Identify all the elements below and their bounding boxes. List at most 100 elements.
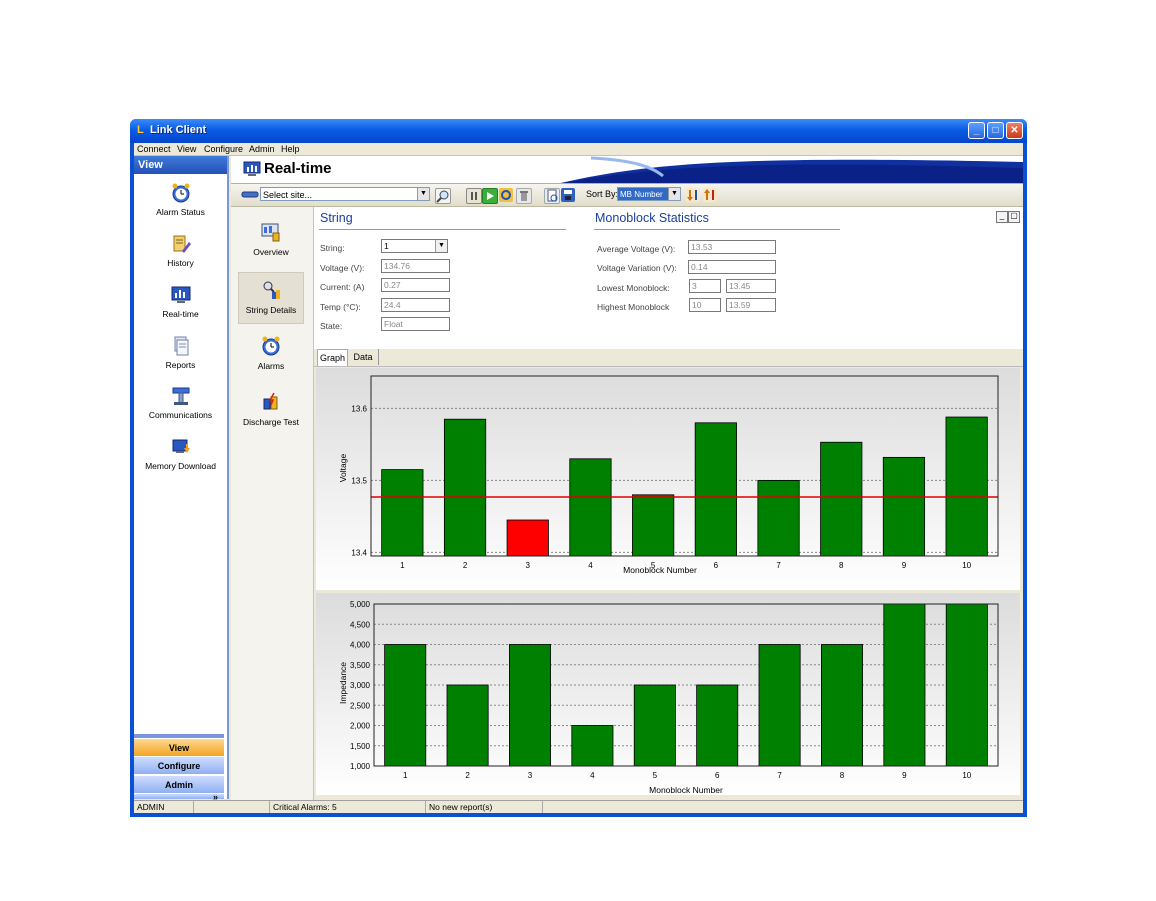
y-tick-label: 4,500 bbox=[350, 620, 371, 629]
tab-graph[interactable]: Graph bbox=[317, 349, 348, 366]
floppy-disk-icon bbox=[562, 189, 574, 201]
app-window: L Link Client _ □ ✕ Connect View Configu… bbox=[130, 119, 1027, 817]
communications-icon bbox=[172, 387, 189, 405]
app-logo-icon: L bbox=[137, 124, 144, 136]
x-tick-label: 3 bbox=[526, 561, 531, 570]
highest-monoblock-label: Highest Monoblock bbox=[597, 302, 670, 312]
subnav-item-string-details[interactable]: String Details bbox=[238, 272, 304, 324]
more-sections-button[interactable]: » bbox=[134, 793, 224, 802]
nav-label: Memory Download bbox=[145, 461, 216, 471]
y-tick-label: 3,500 bbox=[350, 661, 371, 670]
refresh-button[interactable] bbox=[499, 188, 513, 202]
nav-item-reports[interactable]: Reports bbox=[134, 335, 227, 381]
temp-field: 24.4 bbox=[381, 298, 450, 312]
menu-help[interactable]: Help bbox=[281, 143, 300, 155]
sort-descending-button[interactable] bbox=[686, 188, 700, 202]
x-axis-title: Monoblock Number bbox=[649, 785, 723, 795]
nav-label: Alarm Status bbox=[156, 207, 205, 217]
bar bbox=[757, 480, 800, 557]
chevron-down-icon: ▼ bbox=[668, 188, 680, 200]
nav-item-history[interactable]: History bbox=[134, 233, 227, 279]
subnav-item-discharge-test[interactable]: Discharge Test bbox=[238, 385, 304, 437]
current-label: Current: (A) bbox=[320, 282, 365, 292]
voltage-variation-field: 0.14 bbox=[688, 260, 776, 274]
voltage-field: 134.76 bbox=[381, 259, 450, 273]
restore-panel-button[interactable]: ▢ bbox=[1008, 211, 1020, 223]
nav-label: History bbox=[167, 258, 194, 268]
menu-view[interactable]: View bbox=[177, 143, 196, 155]
minimize-button[interactable]: _ bbox=[968, 122, 985, 139]
site-select-value: Select site... bbox=[263, 190, 313, 200]
y-tick-label: 2,000 bbox=[350, 722, 371, 731]
bar bbox=[882, 456, 926, 557]
string-select-value: 1 bbox=[384, 241, 389, 251]
title-bar[interactable]: L Link Client _ □ ✕ bbox=[130, 119, 1027, 143]
bar bbox=[384, 644, 427, 767]
save-button[interactable] bbox=[561, 188, 575, 202]
magnifier-icon bbox=[436, 190, 449, 203]
pause-button[interactable] bbox=[466, 188, 482, 204]
state-label: State: bbox=[320, 321, 343, 331]
nav-item-alarm-status[interactable]: Alarm Status bbox=[134, 182, 227, 228]
close-button[interactable]: ✕ bbox=[1006, 122, 1023, 139]
subnav-item-alarms[interactable]: Alarms bbox=[238, 329, 304, 381]
collapse-panel-button[interactable]: _ bbox=[996, 211, 1008, 223]
y-axis-title: Voltage bbox=[338, 454, 348, 483]
search-site-button[interactable] bbox=[435, 188, 451, 204]
subnav-item-overview[interactable]: Overview bbox=[238, 215, 304, 267]
window-title: Link Client bbox=[150, 124, 207, 136]
play-icon bbox=[487, 192, 494, 200]
y-tick-label: 13.6 bbox=[351, 404, 367, 413]
menu-configure[interactable]: Configure bbox=[204, 143, 243, 155]
current-field: 0.27 bbox=[381, 278, 450, 292]
voltage-variation-label: Voltage Variation (V): bbox=[597, 263, 677, 273]
status-empty bbox=[194, 801, 270, 813]
average-voltage-label: Average Voltage (V): bbox=[597, 244, 676, 254]
tab-data[interactable]: Data bbox=[348, 349, 379, 365]
chevron-down-icon: ▼ bbox=[417, 188, 429, 200]
bar bbox=[945, 416, 988, 557]
voltage-label: Voltage (V): bbox=[320, 263, 365, 273]
sort-by-dropdown[interactable]: MB Number ▼ bbox=[617, 187, 681, 201]
section-button-admin[interactable]: Admin bbox=[134, 775, 224, 793]
sort-ascending-icon bbox=[704, 189, 714, 200]
charts-area: 13.4 13.5 13.6 1 2 3 4 5 6 7 8 9 10 Monoblock Number… bbox=[314, 367, 1023, 800]
sort-ascending-button[interactable] bbox=[703, 188, 717, 202]
nav-label: Communications bbox=[148, 410, 213, 420]
y-tick-label: 1,000 bbox=[350, 762, 371, 771]
y-tick-label: 3,000 bbox=[350, 681, 371, 690]
alarm-clock-icon bbox=[262, 336, 280, 356]
nav-item-memory-download[interactable]: Memory Download bbox=[134, 436, 227, 482]
menu-connect[interactable]: Connect bbox=[137, 143, 171, 155]
nav-item-communications[interactable]: Communications bbox=[134, 385, 227, 431]
realtime-monitor-icon bbox=[171, 286, 190, 303]
status-reports: No new report(s) bbox=[426, 801, 543, 813]
nav-label: Real-time bbox=[162, 309, 199, 319]
monoblock-stats-title: Monoblock Statistics bbox=[595, 211, 709, 225]
maximize-button[interactable]: □ bbox=[987, 122, 1004, 139]
menu-admin[interactable]: Admin bbox=[249, 143, 275, 155]
client-area: Connect View Configure Admin Help View A… bbox=[134, 143, 1023, 813]
alarm-clock-icon bbox=[172, 183, 189, 203]
string-section-title: String bbox=[320, 211, 353, 225]
sort-by-value: MB Number bbox=[620, 190, 663, 199]
detail-subnav: Overview String Details Alarms Discharge… bbox=[231, 207, 314, 800]
delete-button[interactable] bbox=[516, 188, 532, 204]
section-button-view[interactable]: View bbox=[134, 738, 224, 756]
pause-icon bbox=[471, 192, 477, 200]
x-tick-label: 10 bbox=[962, 561, 971, 570]
bar bbox=[381, 469, 424, 557]
nav-item-realtime[interactable]: Real-time bbox=[134, 284, 227, 330]
play-button[interactable] bbox=[482, 188, 498, 204]
print-preview-button[interactable] bbox=[544, 188, 560, 204]
header-swoosh-decoration bbox=[561, 156, 1023, 183]
y-tick-label: 1,500 bbox=[350, 742, 371, 751]
section-button-configure[interactable]: Configure bbox=[134, 756, 224, 774]
y-tick-label: 13.5 bbox=[351, 476, 367, 485]
string-select-dropdown[interactable]: 1 ▼ bbox=[381, 239, 448, 253]
status-bar: ADMIN Critical Alarms: 5 No new report(s… bbox=[134, 800, 1023, 813]
stats-section-underline bbox=[594, 229, 840, 230]
site-select-dropdown[interactable]: Select site... ▼ bbox=[260, 187, 430, 201]
bar bbox=[506, 519, 549, 557]
x-tick-label: 3 bbox=[528, 771, 533, 780]
